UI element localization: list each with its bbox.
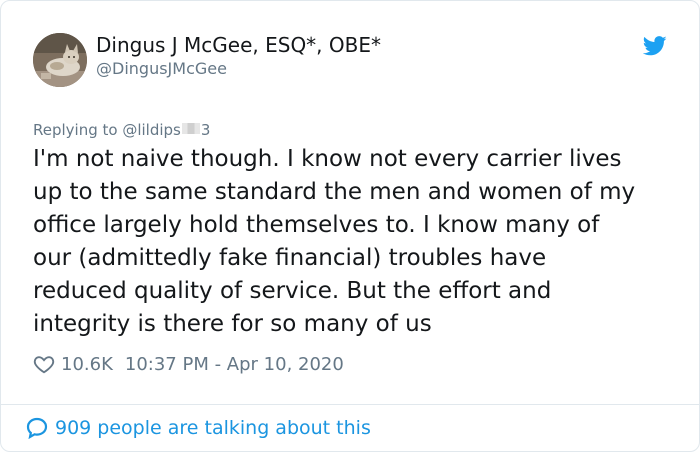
cat-photo-avatar-icon <box>33 33 87 87</box>
tweet-card: Dingus J McGee, ESQ*, OBE* @DingusJMcGee… <box>0 0 700 452</box>
talking-about-link[interactable]: 909 people are talking about this <box>25 415 371 441</box>
tweet-line: up to the same standard the men and wome… <box>33 179 636 205</box>
tweet-line: office largely hold themselves to. I kno… <box>33 212 600 238</box>
like-count[interactable]: 10.6K <box>61 354 113 375</box>
tweet-line: our (admittedly fake financial) troubles… <box>33 245 547 271</box>
avatar[interactable] <box>33 33 87 87</box>
user-handle[interactable]: @DingusJMcGee <box>96 59 227 78</box>
tweet-line: I'm not naive though. I know not every c… <box>33 146 622 172</box>
divider <box>1 404 699 405</box>
reply-handle-start: @lildips <box>122 121 181 139</box>
replying-prefix: Replying to <box>33 121 123 139</box>
tweet-timestamp[interactable]: 10:37 PM - Apr 10, 2020 <box>125 354 344 375</box>
replying-to: Replying to @lildips 3 <box>33 121 210 139</box>
tweet-line: integrity is there for so many of us <box>33 311 432 337</box>
tweet-text: I'm not naive though. I know not every c… <box>33 143 673 341</box>
heart-icon[interactable] <box>33 353 55 375</box>
display-name[interactable]: Dingus J McGee, ESQ*, OBE* <box>96 33 381 57</box>
tweet-meta: 10.6K 10:37 PM - Apr 10, 2020 <box>33 351 344 377</box>
redaction-mark <box>181 123 200 134</box>
talking-about-text: 909 people are talking about this <box>55 417 371 439</box>
twitter-bird-icon[interactable] <box>643 35 667 57</box>
speech-bubble-icon <box>26 417 48 440</box>
reply-handle-end: 3 <box>200 121 211 139</box>
tweet-line: reduced quality of service. But the effo… <box>33 278 552 304</box>
reply-handle[interactable]: @lildips 3 <box>122 121 210 139</box>
